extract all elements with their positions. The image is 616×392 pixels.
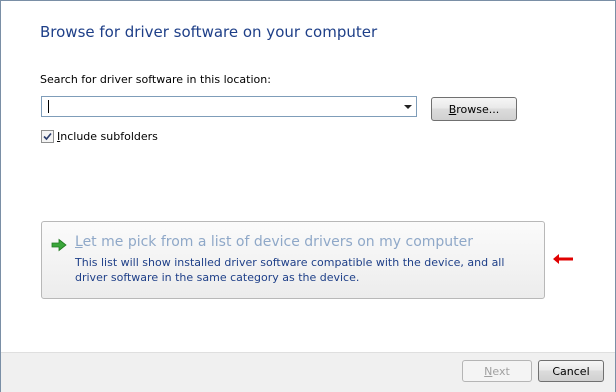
pick-from-list-option[interactable]: Let me pick from a list of device driver…	[41, 221, 545, 299]
dropdown-arrow-icon[interactable]	[404, 105, 412, 109]
search-location-combobox[interactable]	[41, 96, 417, 117]
cancel-button[interactable]: Cancel	[538, 360, 604, 382]
browse-button[interactable]: Browse...	[431, 97, 517, 121]
red-pointer-arrow-icon	[553, 254, 573, 264]
pick-from-list-title[interactable]: Let me pick from a list of device driver…	[75, 234, 473, 250]
next-button[interactable]: Next	[462, 360, 532, 382]
driver-wizard-window: Browse for driver software on your compu…	[0, 0, 616, 392]
include-subfolders-checkbox[interactable]	[41, 130, 54, 143]
checkmark-icon	[43, 132, 52, 141]
page-title: Browse for driver software on your compu…	[40, 23, 378, 41]
pick-from-list-description: This list will show installed driver sof…	[75, 256, 505, 284]
include-subfolders-label[interactable]: Include subfolders	[57, 130, 158, 143]
search-location-label: Search for driver software in this locat…	[40, 73, 271, 86]
green-arrow-icon	[51, 238, 67, 252]
text-cursor	[48, 100, 49, 113]
